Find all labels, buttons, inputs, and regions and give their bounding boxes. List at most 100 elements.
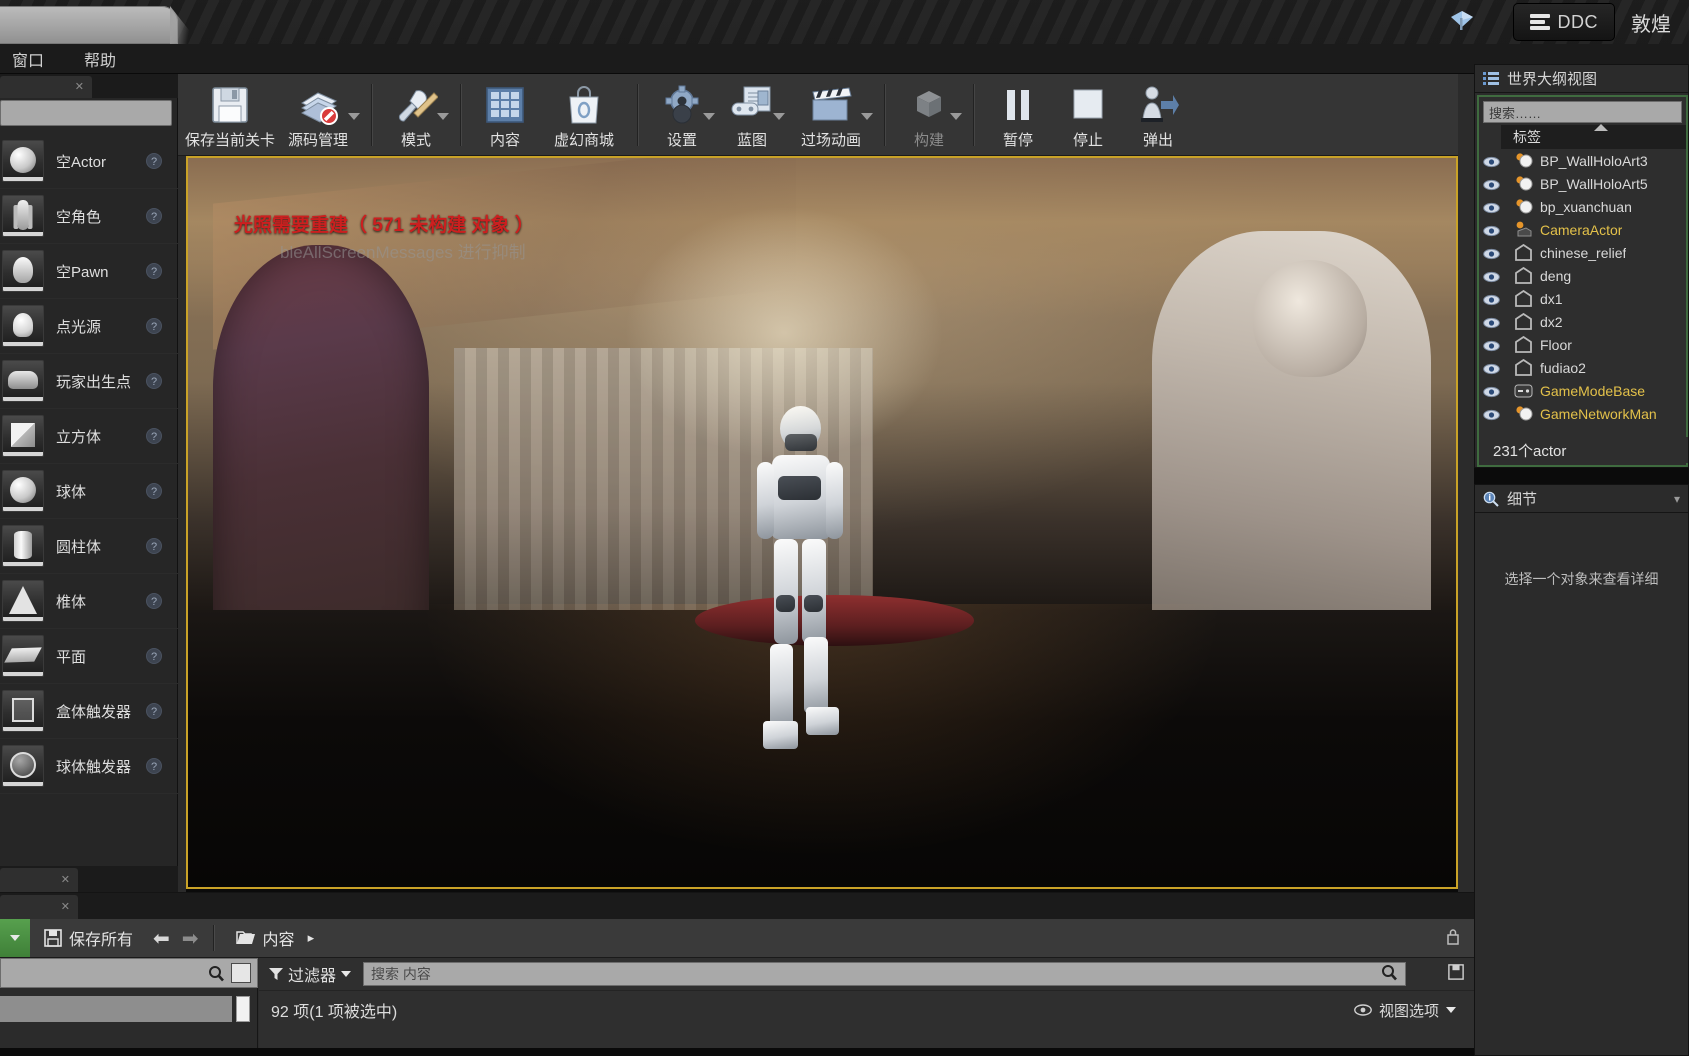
add-new-button[interactable] [0,919,30,957]
help-icon[interactable]: ? [146,373,162,389]
place-actor-item[interactable]: 圆柱体? [0,519,178,574]
eye-icon[interactable] [1483,293,1500,305]
place-actors-search[interactable] [0,100,204,126]
outliner-row[interactable]: GameModeBase [1479,379,1686,402]
place-actor-item[interactable]: 空Pawn? [0,244,178,299]
place-actor-item[interactable]: 空角色? [0,189,178,244]
outliner-row[interactable]: dx1 [1479,287,1686,310]
place-actors-bottom-tab[interactable]: ✕ [0,868,78,892]
place-actor-item[interactable]: 球体? [0,464,178,519]
eye-icon[interactable] [1483,385,1500,397]
close-icon[interactable]: ✕ [61,873,70,886]
help-icon[interactable]: ? [146,428,162,444]
outliner-row[interactable]: Floor [1479,333,1686,356]
arrow-right-icon[interactable]: ➡ [176,926,205,951]
ddc-button[interactable]: DDC [1512,3,1615,41]
right-splitter[interactable] [1458,74,1474,892]
help-icon[interactable]: ? [146,648,162,664]
chevron-down-icon[interactable] [341,971,352,977]
eye-icon[interactable] [1483,155,1500,167]
help-icon[interactable]: ? [146,153,162,169]
help-icon[interactable]: ? [146,703,162,719]
outliner-row[interactable]: chinese_relief [1479,241,1686,264]
outliner-row[interactable]: fudiao2 [1479,356,1686,379]
search-input[interactable] [7,105,188,121]
eye-icon[interactable] [1483,339,1500,351]
eye-icon[interactable] [1483,178,1500,190]
view-options-button[interactable]: 视图选项 [1354,1000,1456,1021]
chevron-down-icon[interactable] [703,112,715,120]
help-icon[interactable]: ? [146,758,162,774]
toolbar-button-content-grid[interactable]: 内容 [470,79,540,151]
chevron-down-icon[interactable] [437,112,449,120]
help-icon[interactable]: ? [146,483,162,499]
chevron-down-icon[interactable] [348,112,360,120]
eye-icon[interactable] [1483,362,1500,374]
place-actors-list[interactable]: 空Actor? 空角色? 空Pawn? 点光源? 玩家出生点? 立方体? 球体? 圆柱体? 椎体… [0,134,178,834]
place-actors-tab[interactable]: ✕ [0,76,92,98]
eye-icon[interactable] [1483,224,1500,236]
eye-icon[interactable] [1483,270,1500,282]
scrollbar-track[interactable] [0,996,232,1022]
toolbar-button-blueprint[interactable]: 蓝图 [717,79,787,151]
help-icon[interactable]: ? [146,538,162,554]
toolbar-button-clapperboard[interactable]: 过场动画 [787,79,875,151]
toolbar-button-stop[interactable]: 停止 [1053,79,1123,151]
eye-icon[interactable] [1483,247,1500,259]
outliner-row[interactable]: BP_WallHoloArt5 [1479,172,1686,195]
eye-icon[interactable] [1483,316,1500,328]
sources-search-input[interactable] [0,958,258,988]
help-icon[interactable]: ? [146,318,162,334]
place-actor-item[interactable]: 玩家出生点? [0,354,178,409]
outliner-row[interactable]: dx2 [1479,310,1686,333]
close-icon[interactable]: ✕ [61,900,70,913]
outliner-row[interactable]: GameNetworkMan [1479,402,1686,425]
window-tab-active[interactable] [0,6,178,44]
menu-item-help[interactable]: 帮助 [78,45,122,73]
outliner-column-header-label[interactable]: 标签 [1501,124,1686,149]
outliner-row[interactable]: bp_xuanchuan [1479,195,1686,218]
details-header[interactable]: 细节 ▾ [1475,485,1688,513]
toolbar-button-source-control[interactable]: 源码管理 [274,79,362,151]
scene-mannequin-actor[interactable] [746,405,854,756]
place-actor-item[interactable]: 空Actor? [0,134,178,189]
chevron-down-icon[interactable] [773,112,785,120]
level-viewport[interactable]: 光照需要重建（ 571 未构建 对象 ） bleAllScreenMessage… [186,156,1458,889]
place-actor-item[interactable]: 盒体触发器? [0,684,178,739]
toolbar-button-eject-person[interactable]: 弹出 [1123,79,1193,151]
toolbar-button-wrench-pencil[interactable]: 模式 [381,79,451,151]
help-icon[interactable]: ? [146,208,162,224]
place-actor-item[interactable]: 球体触发器? [0,739,178,794]
save-search-icon[interactable] [1448,963,1464,985]
place-actor-item[interactable]: 平面? [0,629,178,684]
menu-item-window[interactable]: 窗口 [6,45,50,73]
scrollbar-thumb[interactable] [236,996,250,1022]
toolbar-button-floppy-save[interactable]: 保存当前关卡 [185,79,275,151]
eye-icon[interactable] [1483,408,1500,420]
chevron-down-icon[interactable] [950,112,962,120]
save-all-button[interactable]: 保存所有 [30,926,147,950]
sources-horizontal-scrollbar[interactable] [0,996,258,1022]
toolbar-button-marketplace-bag[interactable]: 虚幻商城 [540,79,628,151]
breadcrumb-content[interactable]: 内容 ▸ [222,926,329,950]
close-icon[interactable]: ✕ [75,80,84,93]
search-icon[interactable] [1381,964,1398,981]
chevron-down-icon[interactable] [861,112,873,120]
toolbar-button-build-blocks[interactable]: 构建 [894,79,964,151]
arrow-left-icon[interactable]: ⬅ [147,926,176,951]
eye-icon[interactable] [1483,201,1500,213]
outliner-row[interactable]: BP_WallHoloArt3 [1479,149,1686,172]
place-actor-item[interactable]: 立方体? [0,409,178,464]
help-icon[interactable]: ? [146,263,162,279]
outliner-search-input[interactable]: 搜索…… [1483,101,1682,123]
list-view-icon[interactable] [231,963,251,983]
breadcrumb-caret-icon[interactable]: ▸ [308,930,315,946]
filter-button[interactable]: 过滤器 [269,962,352,986]
place-actor-item[interactable]: 点光源? [0,299,178,354]
toolbar-button-pause[interactable]: 暂停 [983,79,1053,151]
lock-icon[interactable] [1446,927,1460,950]
chevron-down-icon[interactable]: ▾ [1674,492,1680,506]
left-splitter[interactable] [178,74,186,892]
asset-search-input[interactable]: 搜索 内容 [363,962,1406,986]
help-icon[interactable]: ? [146,593,162,609]
